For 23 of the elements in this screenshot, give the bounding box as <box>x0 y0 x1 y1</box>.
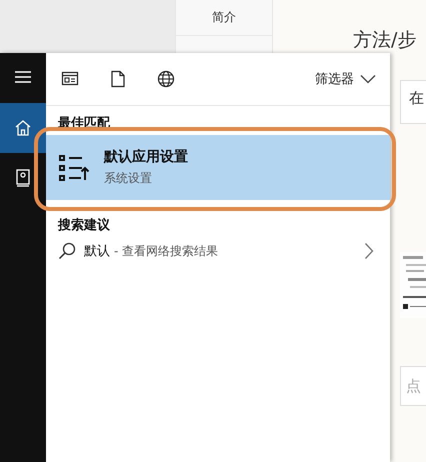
list-settings-icon <box>58 154 90 182</box>
search-icon <box>58 242 76 260</box>
nav-item[interactable]: 简介 <box>176 0 272 36</box>
suggestion-item[interactable]: 默认 - 查看网络搜索结果 <box>46 237 390 265</box>
suggestion-query: 默认 <box>84 243 110 260</box>
document-icon <box>109 70 127 88</box>
chevron-right-icon <box>364 242 374 260</box>
globe-icon <box>157 70 175 88</box>
best-match-item[interactable]: 默认应用设置 系统设置 <box>46 135 390 200</box>
filter-button[interactable] <box>109 70 127 88</box>
page-heading: 方法/步 <box>352 28 418 53</box>
section-heading: 搜索建议 <box>56 216 111 235</box>
filter-dropdown[interactable]: 筛选器 <box>315 70 376 88</box>
result-subtitle: 系统设置 <box>104 170 153 187</box>
notebook-icon <box>14 169 32 187</box>
window-icon <box>61 70 79 88</box>
filter-button[interactable] <box>157 70 175 88</box>
suggestion-hint: - 查看网络搜索结果 <box>114 242 218 260</box>
filter-button[interactable] <box>61 70 79 88</box>
input-field[interactable]: 在 <box>400 80 426 124</box>
chevron-down-icon <box>360 74 376 84</box>
home-icon <box>14 119 32 137</box>
result-title: 默认应用设置 <box>104 148 188 166</box>
